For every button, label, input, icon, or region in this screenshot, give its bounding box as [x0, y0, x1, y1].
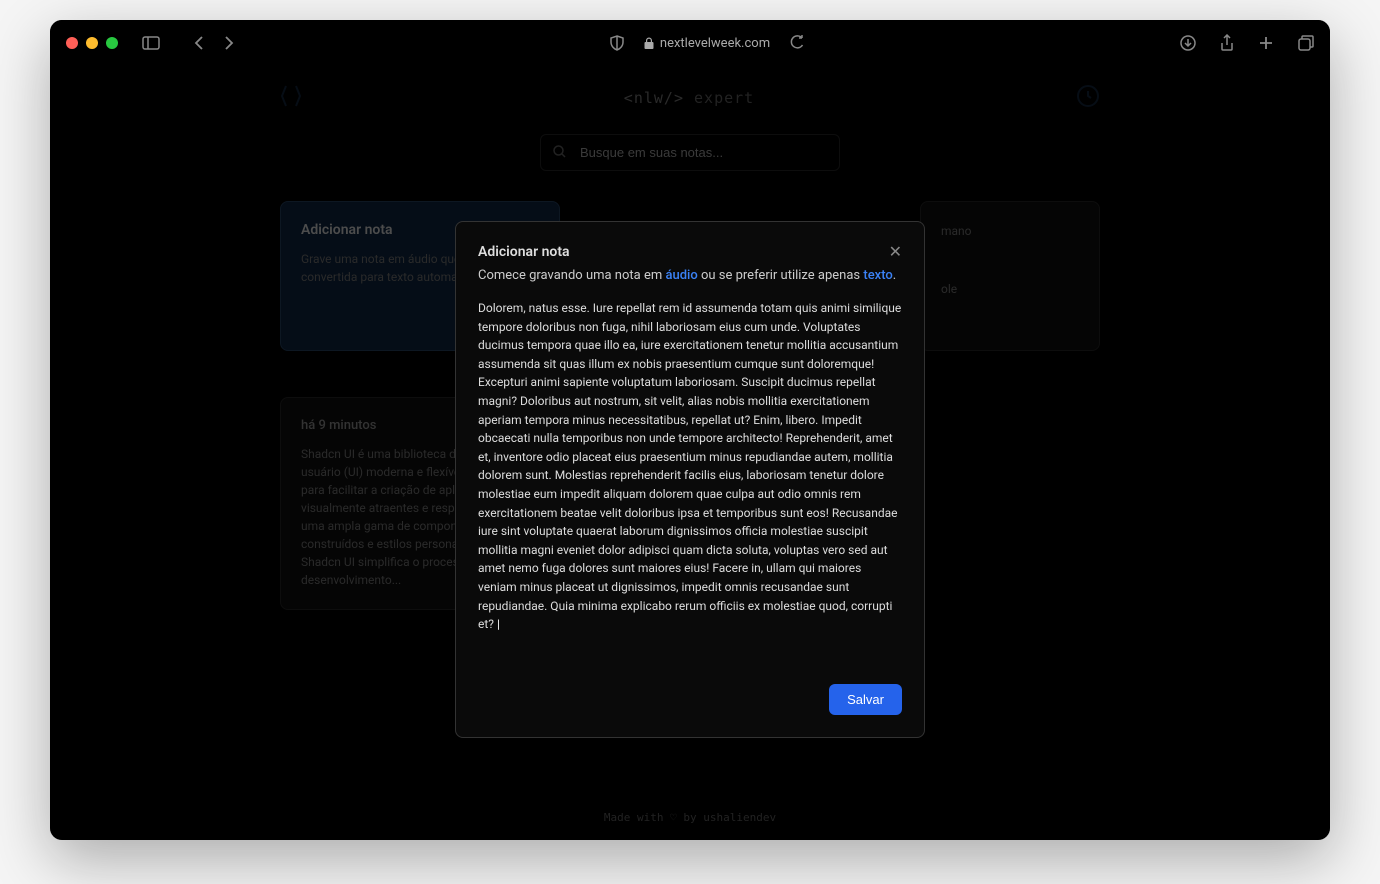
modal-title: Adicionar nota — [478, 244, 570, 260]
traffic-lights — [66, 37, 118, 49]
search-box[interactable] — [540, 134, 840, 171]
url-bar[interactable]: nextlevelweek.com — [644, 36, 770, 51]
modal-header: Adicionar nota ✕ — [478, 244, 902, 268]
save-button[interactable]: Salvar — [829, 684, 902, 715]
close-window-button[interactable] — [66, 37, 78, 49]
page-footer: Made with ♡ by ushaliendev — [50, 811, 1330, 824]
brand-prefix: <nlw/> — [624, 89, 684, 107]
page-content: <nlw/> expert Adicionar nota Grave uma n… — [50, 66, 1330, 840]
subtitle-post: . — [893, 268, 896, 283]
downloads-icon[interactable] — [1180, 35, 1196, 51]
note-card[interactable]: mano ole — [920, 201, 1100, 351]
shield-icon[interactable] — [610, 35, 624, 51]
audio-link[interactable]: áudio — [665, 268, 697, 283]
back-icon[interactable] — [194, 35, 204, 51]
modal-close-button[interactable]: ✕ — [889, 244, 902, 260]
texto-link[interactable]: texto — [863, 268, 892, 283]
search-icon — [553, 143, 566, 162]
url-text: nextlevelweek.com — [660, 36, 770, 51]
modal-textarea[interactable]: Dolorem, natus esse. Iure repellat rem i… — [478, 299, 902, 634]
tabs-icon[interactable] — [1298, 35, 1314, 51]
clock-icon[interactable] — [1076, 84, 1100, 112]
add-note-modal: Adicionar nota ✕ Comece gravando uma not… — [455, 221, 925, 738]
brand-suffix: expert — [694, 89, 754, 107]
lock-icon — [644, 37, 654, 49]
search-container — [50, 134, 1330, 171]
page-header: <nlw/> expert — [50, 66, 1330, 130]
browser-right-controls — [1180, 34, 1314, 52]
modal-subtitle: Comece gravando uma nota em áudio ou se … — [478, 268, 902, 283]
rocketseat-logo-icon — [280, 84, 302, 112]
subtitle-mid: ou se preferir utilize apenas — [698, 268, 864, 283]
reload-icon[interactable] — [790, 35, 804, 51]
header-brand: <nlw/> expert — [624, 89, 754, 107]
maximize-window-button[interactable] — [106, 37, 118, 49]
note-line-1: mano — [941, 222, 1079, 240]
browser-chrome: nextlevelweek.com — [50, 20, 1330, 66]
subtitle-pre: Comece gravando uma nota em — [478, 268, 665, 283]
sidebar-toggle-icon[interactable] — [142, 36, 160, 50]
minimize-window-button[interactable] — [86, 37, 98, 49]
browser-window: nextlevelweek.com — [50, 20, 1330, 840]
modal-footer: Salvar — [478, 684, 902, 715]
new-tab-icon[interactable] — [1258, 35, 1274, 51]
forward-icon[interactable] — [224, 35, 234, 51]
browser-nav-controls — [142, 35, 234, 51]
search-input[interactable] — [580, 145, 827, 160]
note-line-2: ole — [941, 280, 1079, 298]
browser-center: nextlevelweek.com — [242, 35, 1172, 51]
share-icon[interactable] — [1220, 34, 1234, 52]
